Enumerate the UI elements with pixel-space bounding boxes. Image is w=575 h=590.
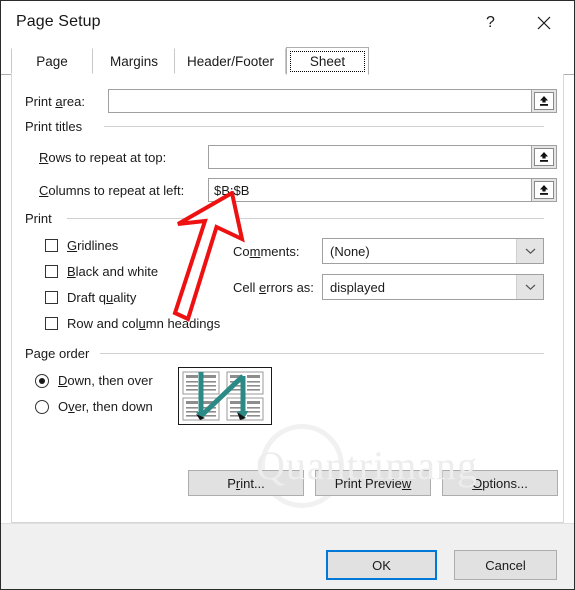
help-button[interactable]: ?	[468, 1, 513, 44]
tab-label: Margins	[109, 53, 158, 69]
rows-to-repeat-label: Rows to repeat at top:	[39, 150, 167, 165]
rows-to-repeat-collapse-button[interactable]	[531, 145, 557, 169]
cell-errors-dropdown[interactable]: displayed	[322, 274, 544, 300]
page-title: Page Setup	[16, 13, 101, 30]
question-mark-icon: ?	[486, 13, 495, 31]
cell-errors-value: displayed	[330, 279, 385, 295]
tab-strip: Page Margins Header/Footer Sheet	[1, 44, 574, 75]
radio-label: Down, then over	[58, 373, 153, 388]
tab-header-footer[interactable]: Header/Footer	[175, 48, 286, 74]
print-titles-group-rule	[104, 126, 544, 127]
radio-box[interactable]	[35, 373, 49, 388]
radio-over-then-down[interactable]: Over, then down	[35, 399, 153, 414]
collapse-dialog-icon	[534, 92, 554, 110]
checkbox-label: Black and white	[67, 264, 159, 279]
columns-to-repeat-label: Columns to repeat at left:	[39, 183, 185, 198]
tab-label: Sheet	[309, 53, 346, 69]
page-order-preview	[178, 367, 272, 425]
cell-errors-label: Cell errors as:	[233, 280, 314, 295]
checkbox-box[interactable]	[45, 317, 58, 330]
checkbox-gridlines[interactable]: Gridlines	[45, 238, 118, 253]
checkbox-label: Gridlines	[67, 238, 119, 253]
print-group-label: Print	[25, 211, 58, 226]
tab-label: Header/Footer	[186, 53, 275, 69]
print-group-rule	[67, 218, 544, 219]
checkbox-draft-quality[interactable]: Draft quality	[45, 290, 136, 305]
checkbox-box[interactable]	[45, 291, 58, 304]
checkbox-box[interactable]	[45, 265, 58, 278]
radio-box[interactable]	[35, 399, 49, 414]
columns-to-repeat-at-left-input[interactable]	[208, 178, 536, 202]
print-area-collapse-button[interactable]	[531, 89, 557, 113]
rows-to-repeat-at-top-input[interactable]	[208, 145, 536, 169]
columns-to-repeat-collapse-button[interactable]	[531, 178, 557, 202]
watermark-text: Quantrimang	[256, 443, 479, 488]
dialog-footer: OK Cancel	[1, 523, 574, 589]
chevron-down-icon[interactable]	[516, 275, 543, 299]
cancel-button[interactable]: Cancel	[454, 550, 557, 580]
radio-down-then-over[interactable]: Down, then over	[35, 373, 153, 388]
checkbox-label: Row and column headings	[67, 316, 221, 331]
close-icon	[537, 16, 550, 29]
radio-label: Over, then down	[58, 399, 153, 414]
comments-label: Comments:	[233, 244, 300, 259]
title-bar: Page Setup ?	[1, 1, 574, 44]
sheet-tab-panel: Quantrimang Print area: Print titles Row…	[11, 74, 564, 523]
page-setup-dialog: Page Setup ? Page Margins Header/Footer …	[0, 0, 575, 590]
print-area-label: Print area:	[25, 94, 85, 109]
tab-page[interactable]: Page	[11, 48, 93, 74]
checkbox-row-and-column-headings[interactable]: Row and column headings	[45, 316, 220, 331]
comments-dropdown[interactable]: (None)	[322, 238, 544, 264]
checkbox-label: Draft quality	[67, 290, 137, 305]
tab-label: Page	[36, 53, 68, 69]
checkbox-box[interactable]	[45, 239, 58, 252]
page-order-preview-icon	[182, 371, 264, 421]
ok-button[interactable]: OK	[326, 550, 437, 580]
collapse-dialog-icon	[534, 148, 554, 166]
chevron-down-icon[interactable]	[516, 239, 543, 263]
collapse-dialog-icon	[534, 181, 554, 199]
checkbox-black-and-white[interactable]: Black and white	[45, 264, 158, 279]
tab-margins[interactable]: Margins	[93, 48, 175, 74]
page-order-group-rule	[100, 353, 544, 354]
tab-sheet[interactable]: Sheet	[286, 47, 369, 75]
print-area-input[interactable]	[108, 89, 536, 113]
comments-value: (None)	[330, 243, 370, 259]
close-button[interactable]	[521, 1, 566, 44]
button-label: Options...	[472, 475, 528, 491]
print-titles-group-label: Print titles	[25, 119, 89, 134]
page-order-group-label: Page order	[25, 346, 96, 361]
